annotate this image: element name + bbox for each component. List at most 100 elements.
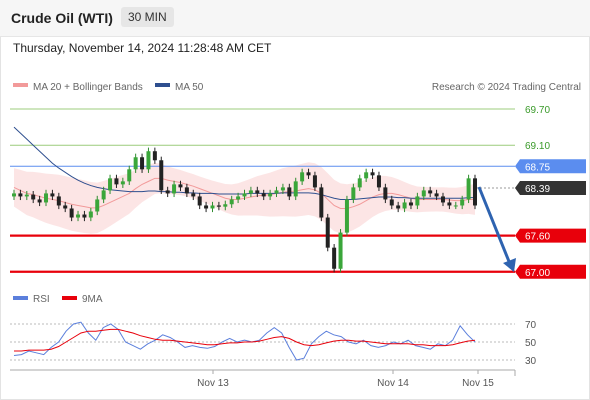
- candle-body: [453, 205, 458, 207]
- forecast-arrow: [477, 186, 516, 272]
- candle-body: [473, 178, 477, 206]
- candle-body: [18, 193, 23, 197]
- candle-body: [101, 190, 106, 200]
- rsi-tick-label: 70: [525, 320, 537, 331]
- legend-label-ma50: MA 50: [175, 82, 204, 93]
- candle-body: [95, 199, 100, 212]
- candle-body: [50, 193, 55, 197]
- candle-body: [370, 172, 375, 176]
- rsi-panel: RSI 9MA 70 50 30: [10, 294, 537, 367]
- candle-body: [204, 205, 209, 209]
- candle-body: [56, 196, 61, 206]
- price-chart: 69.70 69.10 68.75 68.39 67.60 67.00 MA 20 + B…: [10, 82, 586, 389]
- candle-body: [255, 190, 260, 194]
- legend-swatch-rsi: [13, 296, 28, 300]
- candle-body: [44, 193, 49, 203]
- candle-body: [127, 169, 132, 182]
- level-label-resistance: 69.10: [525, 141, 550, 152]
- candle-body: [357, 178, 362, 188]
- candle-body: [191, 193, 196, 197]
- legend-label-rsi-ma: 9MA: [82, 294, 103, 305]
- level-label-support: 67.00: [525, 268, 550, 279]
- candle-body: [76, 214, 81, 218]
- rsi-tick-label: 30: [525, 356, 537, 367]
- candle-body: [140, 157, 145, 170]
- level-label-last: 68.39: [525, 184, 550, 195]
- candle-body: [261, 193, 266, 197]
- candle-body: [434, 193, 439, 197]
- rsi-line: [13, 321, 476, 361]
- candle-body: [280, 187, 285, 191]
- candle-body: [447, 202, 452, 206]
- candle-body: [114, 178, 119, 185]
- candle-body: [210, 205, 215, 209]
- candle-body: [460, 199, 465, 206]
- candle-body: [248, 190, 253, 194]
- legend-label-ma20: MA 20 + Bollinger Bands: [33, 82, 143, 93]
- candle-body: [31, 194, 36, 200]
- candle-body: [24, 194, 29, 197]
- candle-body: [197, 196, 202, 206]
- candle-body: [415, 196, 420, 206]
- candle-body: [344, 199, 349, 233]
- level-label-support: 67.60: [525, 232, 550, 243]
- candle-body: [312, 175, 317, 188]
- legend-label-rsi: RSI: [33, 294, 50, 305]
- candle-body: [325, 217, 330, 248]
- candle-body: [421, 190, 426, 197]
- candle-body: [402, 202, 407, 209]
- time-tick-label: Nov 14: [377, 378, 409, 389]
- candle-body: [332, 247, 337, 269]
- candle-body: [216, 205, 221, 207]
- candle-body: [287, 187, 292, 197]
- time-tick-label: Nov 13: [197, 378, 229, 389]
- candle-body: [396, 205, 401, 209]
- legend-swatch-rsi-ma: [62, 296, 77, 300]
- candle-body: [88, 211, 93, 218]
- candle-body: [63, 205, 68, 209]
- level-labels: 69.70 69.10 68.75 68.39 67.60 67.00: [515, 105, 586, 279]
- candle-body: [268, 193, 273, 197]
- candle-body: [223, 204, 228, 207]
- candle-body: [12, 193, 16, 197]
- candle-body: [133, 157, 138, 170]
- candle-body: [159, 160, 164, 191]
- candle-body: [376, 175, 381, 188]
- time-tick-label: Nov 15: [462, 378, 494, 389]
- candle-body: [338, 232, 343, 269]
- candle-body: [69, 208, 74, 218]
- candle-body: [293, 181, 298, 197]
- copyright-label: Research © 2024 Trading Central: [432, 82, 581, 93]
- candle-body: [165, 190, 170, 194]
- candle-body: [408, 202, 413, 206]
- candle-body: [300, 172, 305, 182]
- forecast-arrow-shaft: [477, 186, 512, 265]
- candle-body: [37, 199, 42, 203]
- candle-body: [82, 214, 87, 218]
- candle-body: [306, 172, 311, 176]
- candle-body: [466, 178, 471, 200]
- candle-body: [236, 196, 241, 200]
- candle-body: [351, 187, 356, 200]
- candle-body: [319, 187, 324, 218]
- candle-body: [242, 193, 247, 197]
- candle-body: [383, 187, 388, 200]
- time-axis: Nov 13 Nov 14 Nov 15: [10, 369, 516, 389]
- legend-swatch-ma20: [13, 83, 28, 87]
- candle-body: [108, 178, 113, 191]
- level-label-resistance: 69.70: [525, 105, 550, 116]
- candle-body: [229, 199, 234, 205]
- candle-body: [152, 151, 157, 161]
- price-legend: MA 20 + Bollinger Bands MA 50 Research ©…: [13, 82, 581, 93]
- candle-body: [364, 172, 369, 179]
- candle-body: [146, 151, 151, 170]
- rsi-tick-label: 50: [525, 338, 537, 349]
- candle-body: [428, 190, 433, 194]
- legend-swatch-ma50: [155, 83, 170, 87]
- candle-body: [178, 184, 183, 188]
- candle-body: [184, 187, 189, 194]
- candle-body: [120, 181, 125, 185]
- candle-body: [274, 190, 279, 194]
- level-label-pivot: 68.75: [525, 162, 550, 173]
- candle-body: [440, 196, 445, 203]
